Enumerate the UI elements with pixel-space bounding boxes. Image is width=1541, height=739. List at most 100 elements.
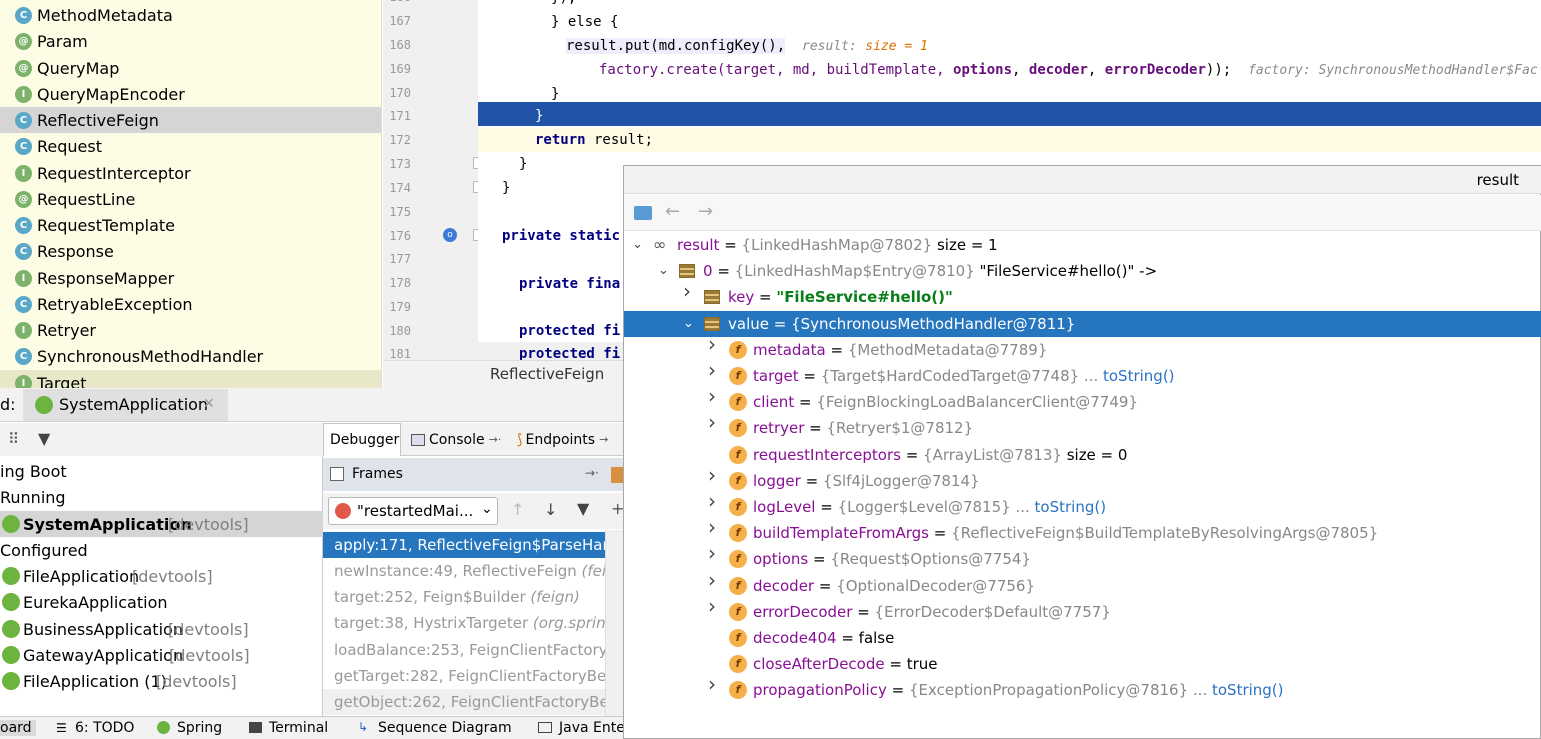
filter-icon[interactable]: ▼ — [38, 429, 50, 448]
field-icon: f — [729, 629, 747, 647]
list-item[interactable]: Configured — [0, 537, 323, 563]
variable-row[interactable]: ⌄ 0 = {LinkedHashMap$Entry@7810} "FileSer… — [624, 258, 1541, 284]
collapse-arrow-icon[interactable]: › — [683, 281, 697, 301]
back-arrow-icon[interactable]: ← — [665, 201, 680, 222]
tree-item[interactable]: C Request — [0, 133, 381, 159]
collapse-arrow-icon[interactable]: › — [708, 674, 722, 694]
tab-endpoints[interactable]: ⟆ Endpoints → — [511, 423, 614, 456]
variable-row[interactable]: › f metadata = {MethodMetadata@7789} — [624, 334, 1541, 363]
variable-row[interactable]: ⌄ ∞ result = {LinkedHashMap@7802} size = 1 — [624, 232, 1541, 258]
variable-inspector-popup[interactable]: result ← → ⌄ ∞ result = {LinkedHashMap@780… — [623, 165, 1541, 739]
list-item[interactable]: FileApplication [devtools] — [0, 563, 323, 589]
forward-arrow-icon[interactable]: → — [698, 201, 713, 222]
expand-arrow-icon[interactable]: ⌄ — [658, 264, 672, 278]
equals-sign: = — [884, 655, 907, 673]
run-tab-systemapplication[interactable]: SystemApplication ✕ — [23, 389, 228, 421]
toolwindow-sequence-diagram[interactable]: Sequence Diagram — [378, 720, 512, 736]
interface-icon: I — [15, 85, 32, 103]
variable-row[interactable]: › f decoder = {OptionalDecoder@7756} — [624, 570, 1541, 599]
expand-arrow-icon[interactable]: ⌄ — [683, 317, 697, 331]
tree-item[interactable]: I Target — [0, 370, 381, 388]
tostring-link[interactable]: toString() — [1207, 681, 1284, 699]
tab-console[interactable]: Console →· — [405, 423, 507, 456]
toolwindow-spring[interactable]: Spring — [177, 720, 222, 736]
collapse-arrow-icon[interactable]: › — [708, 465, 722, 485]
tab-debugger[interactable]: Debugger — [323, 423, 401, 456]
tree-item[interactable]: C RetryableException — [0, 291, 381, 317]
service-devtools: [devtools] — [169, 645, 250, 665]
variable-row[interactable]: › f retryer = {Retryer$1@7812} — [624, 412, 1541, 441]
frame-row[interactable]: loadBalance:253, FeignClientFactoryB — [323, 637, 605, 663]
collapse-arrow-icon[interactable]: › — [708, 543, 722, 563]
arrow-down-icon[interactable]: ↓ — [544, 500, 557, 519]
tree-item[interactable]: C MethodMetadata — [0, 2, 381, 28]
variable-row[interactable]: f requestInterceptors = {ArrayList@7813} … — [624, 442, 1541, 468]
variable-row[interactable]: › f errorDecoder = {ErrorDecoder$Default@7… — [624, 596, 1541, 625]
frame-row[interactable]: getObject:262, FeignClientFactoryBea — [323, 689, 605, 715]
variable-row[interactable]: › f buildTemplateFromArgs = {ReflectiveFei… — [624, 517, 1541, 546]
variable-type: {Retryer$1@7812} — [826, 419, 974, 437]
collapse-arrow-icon[interactable]: › — [708, 360, 722, 380]
frame-row[interactable]: getTarget:282, FeignClientFactoryBea — [323, 663, 605, 689]
tree-item[interactable]: I QueryMapEncoder — [0, 81, 381, 107]
frame-row[interactable]: target:252, Feign$Builder (feign) — [323, 584, 605, 610]
collapse-arrow-icon[interactable]: › — [708, 517, 722, 537]
list-item-selected[interactable]: SystemApplication [devtools] — [0, 511, 323, 537]
variable-row[interactable]: › f client = {FeignBlockingLoadBalancerCli… — [624, 386, 1541, 415]
tostring-link[interactable]: toString() — [1098, 367, 1175, 385]
arrow-up-icon[interactable]: ↑ — [511, 500, 524, 519]
list-item[interactable]: ing Boot — [0, 458, 323, 484]
expand-arrow-icon[interactable]: ⌄ — [632, 238, 646, 252]
variable-row[interactable]: › f target = {Target$HardCodedTarget@7748}… — [624, 360, 1541, 389]
collapse-arrow-icon[interactable]: › — [708, 596, 722, 616]
collapse-arrow-icon[interactable]: › — [708, 334, 722, 354]
collapse-arrow-icon[interactable]: › — [708, 412, 722, 432]
tree-item[interactable]: I RequestInterceptor — [0, 160, 381, 186]
tree-item[interactable]: I ResponseMapper — [0, 265, 381, 291]
tree-item[interactable]: @ RequestLine — [0, 186, 381, 212]
variable-row[interactable]: f closeAfterDecode = true — [624, 651, 1541, 677]
frame-row[interactable]: target:38, HystrixTargeter (org.spring — [323, 610, 605, 636]
list-item[interactable]: Running — [0, 484, 323, 510]
filter-icon[interactable]: ▼ — [577, 499, 589, 518]
close-icon[interactable]: ✕ — [203, 396, 215, 412]
toolwindow-java-enterprise[interactable]: Java Ente — [559, 720, 625, 736]
tree-item[interactable]: C SynchronousMethodHandler — [0, 343, 381, 369]
tree-item[interactable]: C Response — [0, 238, 381, 264]
variable-row[interactable]: ⌄ value = {SynchronousMethodHandler@7811} — [624, 311, 1541, 337]
list-item[interactable]: EurekaApplication — [0, 589, 323, 615]
variable-row[interactable]: › f options = {Request$Options@7754} — [624, 543, 1541, 572]
popup-title-bar[interactable]: result — [624, 166, 1541, 194]
frame-row-selected[interactable]: apply:171, ReflectiveFeign$ParseHand — [323, 532, 605, 558]
frame-row[interactable]: newInstance:49, ReflectiveFeign (feig — [323, 558, 605, 584]
variable-row[interactable]: › f logger = {Slf4jLogger@7814} — [624, 465, 1541, 494]
thread-selector[interactable]: "restartedMai... ⌄ — [328, 497, 498, 525]
code-line: } — [478, 104, 1541, 128]
tostring-link[interactable]: toString() — [1030, 498, 1107, 516]
variable-row[interactable]: f decode404 = false — [624, 625, 1541, 651]
group-icon[interactable]: ⠿ — [8, 430, 19, 448]
frame-method: getObject:262, FeignClientFactoryBea — [334, 693, 605, 711]
collapse-arrow-icon[interactable]: › — [708, 386, 722, 406]
tree-item[interactable]: @ Param — [0, 28, 381, 54]
toolwindow-todo[interactable]: 6: TODO — [75, 720, 134, 736]
tree-item[interactable]: @ QueryMap — [0, 55, 381, 81]
toolwindow-dashboard[interactable]: oard — [0, 720, 36, 736]
pin-icon[interactable]: →· — [585, 466, 599, 480]
variable-row[interactable]: › f logLevel = {Logger$Level@7815} ... toS… — [624, 491, 1541, 520]
editor-breadcrumb[interactable]: ReflectiveFeign — [383, 360, 623, 388]
list-item[interactable]: GatewayApplication [devtools] — [0, 642, 323, 668]
variable-row[interactable]: › key = "FileService#hello()" — [624, 281, 1541, 310]
toolwindow-terminal[interactable]: Terminal — [269, 720, 328, 736]
list-item[interactable]: BusinessApplication [devtools] — [0, 616, 323, 642]
collapse-arrow-icon[interactable]: › — [708, 491, 722, 511]
tree-item-selected[interactable]: C ReflectiveFeign — [0, 107, 381, 133]
tree-item[interactable]: C RequestTemplate — [0, 212, 381, 238]
list-item[interactable]: FileApplication (1) [devtools] — [0, 668, 323, 694]
collapse-arrow-icon[interactable]: › — [708, 570, 722, 590]
override-gutter-icon[interactable]: o — [443, 228, 457, 242]
folder-icon[interactable] — [634, 206, 652, 220]
tree-item[interactable]: I Retryer — [0, 317, 381, 343]
tree-item-label: Retryer — [37, 320, 96, 340]
variable-row[interactable]: › f propagationPolicy = {ExceptionPropagat… — [624, 674, 1541, 703]
